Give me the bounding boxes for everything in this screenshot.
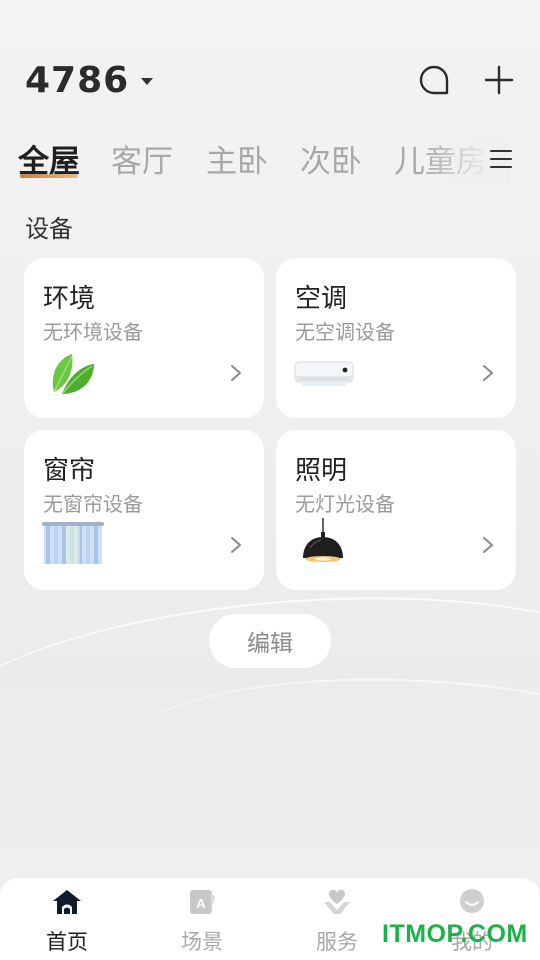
chat-bubble-icon-svg [419,65,449,95]
home-selector[interactable]: 4786 [25,52,154,108]
tab-all-house[interactable]: 全屋 [18,136,80,181]
pendant-lamp-icon [303,518,343,562]
card-subtitle: 无窗帘设备 [43,492,143,516]
chevron-right-icon [483,365,493,381]
svg-text:A: A [196,896,206,911]
card-title: 空调 [295,284,348,314]
curtain-icon [42,522,104,564]
chevron-right-icon [231,365,241,381]
device-card-air-conditioner[interactable]: 空调 无空调设备 [276,258,516,418]
nav-label: 首页 [46,930,88,954]
watermark-text: ITMOP.COM [382,920,528,948]
tab-living-room[interactable]: 客厅 [111,136,173,181]
profile-icon [460,889,484,913]
service-icon [324,889,350,914]
tab-label: 客厅 [111,144,173,180]
edit-button[interactable]: 编辑 [209,614,331,668]
plus-icon-svg [484,65,514,95]
tab-label: 主卧 [206,144,268,180]
plus-icon[interactable] [483,64,515,96]
hamburger-menu-icon[interactable] [490,150,512,172]
card-subtitle: 无灯光设备 [295,492,395,516]
device-card-lighting[interactable]: 照明 无灯光设备 [276,430,516,590]
device-card-curtain[interactable]: 窗帘 无窗帘设备 [24,430,264,590]
chevron-right-icon [231,537,241,553]
nav-item-scene[interactable]: A 场景 [162,888,242,958]
nav-label: 服务 [316,930,358,954]
menu-line [490,158,512,160]
caret-down-icon [141,77,154,85]
card-title: 窗帘 [43,456,96,486]
home-icon [53,890,81,914]
nav-item-service[interactable]: 服务 [297,888,377,958]
scene-icon: A [190,890,215,914]
tab-second-bedroom[interactable]: 次卧 [300,136,362,181]
menu-line [490,150,512,152]
tab-master-bedroom[interactable]: 主卧 [206,136,268,181]
card-subtitle: 无空调设备 [295,320,395,344]
air-conditioner-icon [294,361,354,386]
card-title: 照明 [295,456,348,486]
menu-line [490,166,512,168]
top-header: 4786 [25,52,515,108]
section-title-devices: 设备 [25,215,73,243]
card-subtitle: 无环境设备 [43,320,143,344]
nav-item-home[interactable]: 首页 [27,888,107,958]
tab-label: 次卧 [300,144,362,180]
active-tab-indicator [20,174,78,178]
card-title: 环境 [43,284,96,314]
leaf-icon [52,354,94,395]
home-name: 4786 [25,59,130,101]
room-tabs: 全屋 客厅 主卧 次卧 儿童房 [18,136,540,186]
nav-label: 场景 [181,930,223,954]
chevron-right-icon [483,537,493,553]
background-swoosh [115,664,540,876]
device-card-environment[interactable]: 环境 无环境设备 [24,258,264,418]
chat-bubble-icon[interactable] [418,64,450,96]
